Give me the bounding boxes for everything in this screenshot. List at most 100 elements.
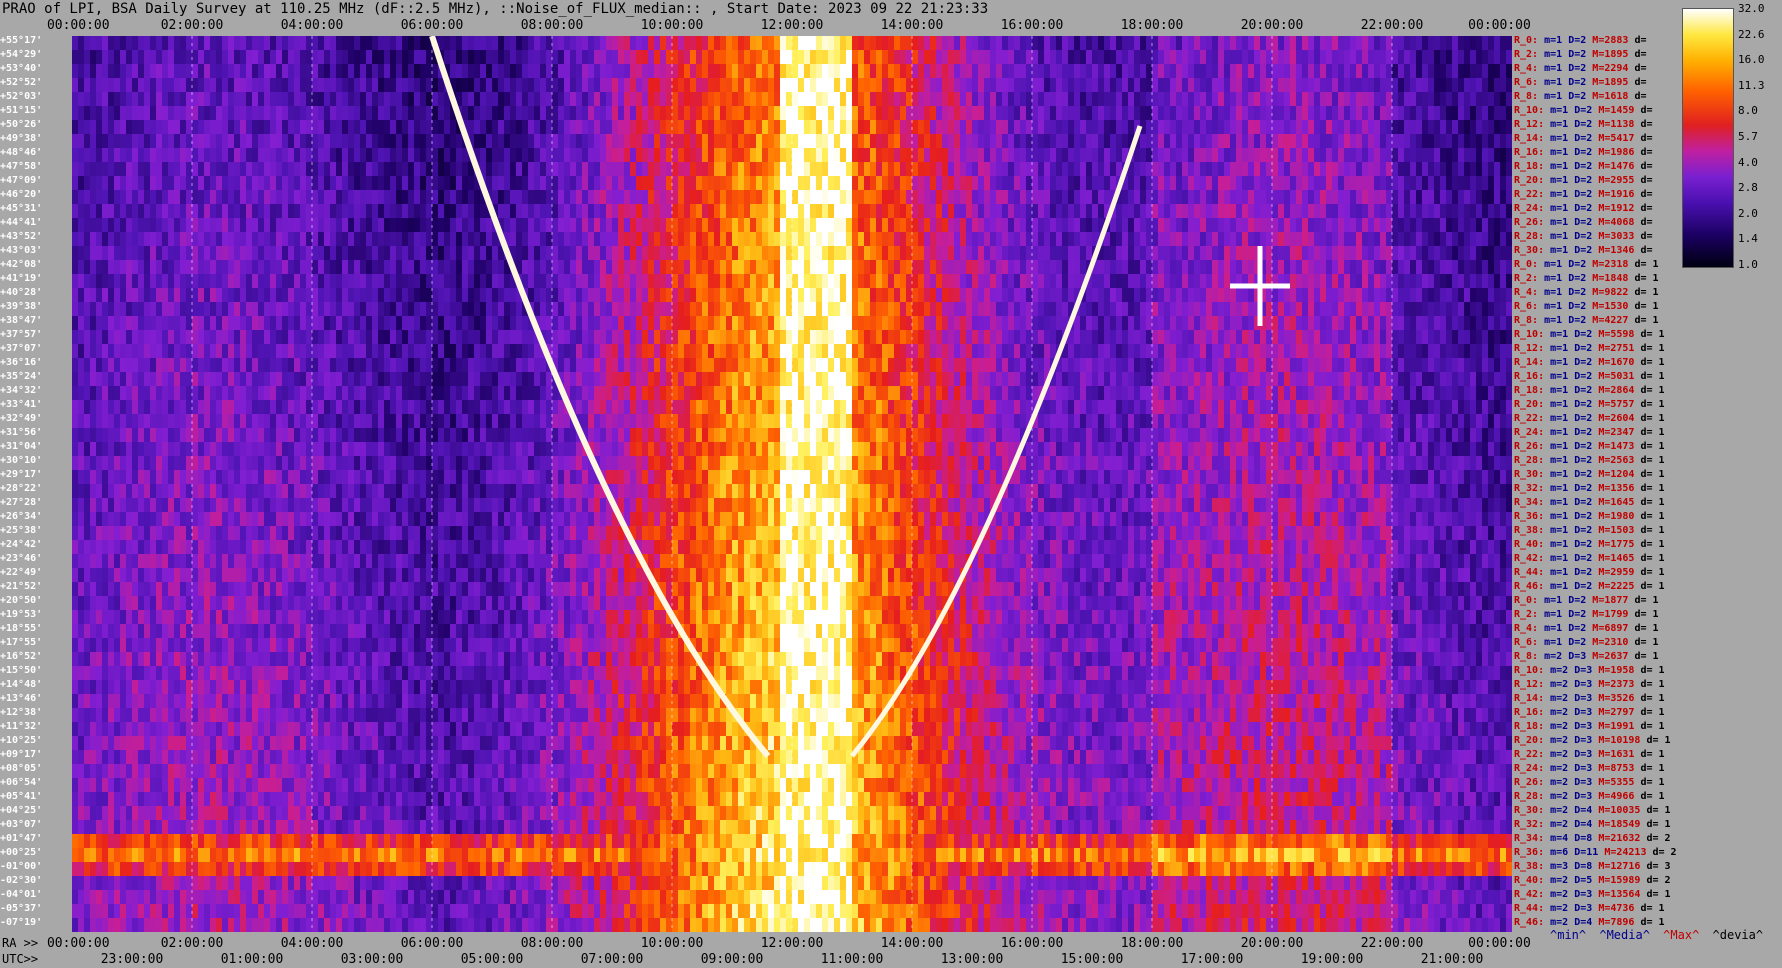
heatmap-cell	[384, 764, 391, 779]
heatmap-cell	[474, 806, 481, 821]
heatmap-cell	[408, 442, 415, 457]
heatmap-cell	[288, 890, 295, 905]
heatmap-cell	[432, 498, 439, 513]
heatmap-cell	[354, 190, 361, 205]
heatmap-cell	[276, 372, 283, 387]
heatmap-cell	[486, 260, 493, 275]
heatmap-cell	[378, 568, 385, 583]
heatmap-cell	[156, 554, 163, 569]
heatmap-cell	[246, 498, 253, 513]
heatmap-cell	[384, 848, 391, 863]
heatmap-cell	[120, 330, 127, 345]
heatmap-cell	[372, 638, 379, 653]
heatmap-cell	[390, 50, 397, 65]
heatmap-cell	[492, 540, 499, 555]
heatmap-cell	[312, 78, 319, 93]
heatmap-cell	[132, 414, 139, 429]
heatmap-cell	[192, 568, 199, 583]
heatmap-cell	[78, 554, 85, 569]
heatmap-cell	[276, 120, 283, 135]
heatmap-cell	[120, 610, 127, 625]
heatmap-cell	[474, 610, 481, 625]
heatmap-cell	[276, 246, 283, 261]
heatmap-cell	[210, 582, 217, 597]
heatmap-cell	[138, 568, 145, 583]
heatmap-cell	[444, 820, 451, 835]
heatmap-cell	[132, 400, 139, 415]
heatmap-cell	[342, 540, 349, 555]
heatmap-cell	[522, 666, 529, 681]
heatmap-cell	[468, 918, 475, 932]
heatmap-cell	[156, 344, 163, 359]
heatmap-cell	[222, 218, 229, 233]
heatmap-cell	[486, 820, 493, 835]
heatmap-cell	[294, 372, 301, 387]
heatmap-cell	[210, 358, 217, 373]
heatmap-cell	[72, 918, 79, 932]
heatmap-cell	[120, 498, 127, 513]
heatmap-cell	[372, 568, 379, 583]
heatmap-cell	[96, 470, 103, 485]
heatmap-cell	[192, 120, 199, 135]
heatmap-cell	[132, 540, 139, 555]
heatmap-cell	[228, 554, 235, 569]
heatmap-cell	[72, 344, 79, 359]
heatmap-cell	[282, 428, 289, 443]
heatmap-cell	[354, 246, 361, 261]
heatmap-cell	[180, 568, 187, 583]
heatmap-cell	[204, 36, 211, 51]
heatmap-cell	[174, 680, 181, 695]
heatmap-cell	[330, 624, 337, 639]
heatmap-cell	[180, 428, 187, 443]
heatmap-cell	[126, 890, 133, 905]
heatmap-cell	[132, 260, 139, 275]
heatmap-cell	[78, 820, 85, 835]
heatmap-cell	[72, 204, 79, 219]
heatmap-cell	[294, 484, 301, 499]
heatmap-cell	[504, 736, 511, 751]
heatmap-cell	[492, 820, 499, 835]
heatmap-cell	[96, 862, 103, 877]
heatmap-cell	[408, 652, 415, 667]
heatmap-cell	[348, 386, 355, 401]
heatmap-cell	[288, 694, 295, 709]
heatmap-cell	[150, 288, 157, 303]
heatmap-cell	[174, 344, 181, 359]
heatmap-cell	[408, 638, 415, 653]
heatmap-cell	[330, 582, 337, 597]
heatmap-cell	[468, 694, 475, 709]
heatmap-cell	[276, 232, 283, 247]
heatmap-cell	[396, 876, 403, 891]
heatmap-cell	[342, 64, 349, 79]
heatmap-cell	[210, 904, 217, 919]
heatmap-cell	[486, 414, 493, 429]
heatmap-cell	[72, 820, 79, 835]
heatmap-cell	[498, 862, 505, 877]
heatmap-cell	[504, 176, 511, 191]
heatmap-cell	[312, 890, 319, 905]
declination-label: 6+50°26'	[0, 119, 43, 130]
heatmap-cell	[162, 834, 169, 849]
heatmap-cell	[150, 694, 157, 709]
heatmap-cell	[468, 582, 475, 597]
heatmap-cell	[396, 274, 403, 289]
heatmap-cell	[498, 400, 505, 415]
heatmap-cell	[228, 834, 235, 849]
heatmap-cell	[348, 666, 355, 681]
heatmap-cell	[378, 918, 385, 932]
heatmap-cell	[252, 78, 259, 93]
heatmap-cell	[396, 890, 403, 905]
heatmap-cell	[396, 428, 403, 443]
heatmap-cell	[360, 806, 367, 821]
heatmap-cell	[264, 246, 271, 261]
heatmap-cell	[330, 540, 337, 555]
heatmap-cell	[480, 414, 487, 429]
heatmap-cell	[342, 330, 349, 345]
heatmap-cell	[288, 484, 295, 499]
heatmap-cell	[222, 666, 229, 681]
heatmap-cell	[90, 316, 97, 331]
heatmap-cell	[348, 456, 355, 471]
heatmap-cell	[378, 64, 385, 79]
heatmap-cell	[126, 554, 133, 569]
heatmap-cell	[378, 484, 385, 499]
